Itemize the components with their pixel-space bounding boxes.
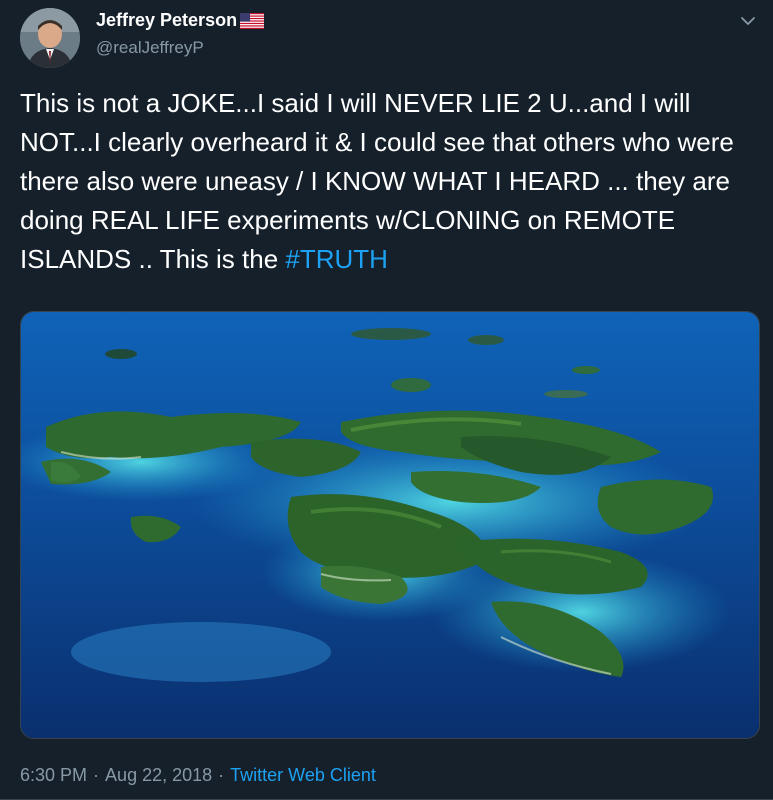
avatar[interactable] (20, 8, 80, 68)
tweet-date[interactable]: Aug 22, 2018 (105, 765, 212, 786)
author-display-name[interactable]: Jeffrey Peterson (96, 10, 237, 31)
tweet-time[interactable]: 6:30 PM (20, 765, 87, 786)
avatar-photo (20, 8, 80, 68)
chevron-down-icon[interactable] (739, 12, 757, 30)
tweet-source-link[interactable]: Twitter Web Client (230, 765, 376, 786)
us-flag-icon (240, 12, 265, 29)
islands-aerial-photo (21, 312, 759, 738)
separator-dot: · (93, 765, 100, 785)
author-name-row[interactable]: Jeffrey Peterson (96, 10, 265, 31)
tweet-media-image[interactable] (20, 311, 760, 739)
tweet-text: This is not a JOKE...I said I will NEVER… (20, 84, 760, 279)
tweet-meta: 6:30 PM · Aug 22, 2018 · Twitter Web Cli… (20, 765, 376, 786)
author-handle[interactable]: @realJeffreyP (96, 38, 204, 58)
separator-dot: · (218, 765, 225, 785)
hashtag-link[interactable]: #TRUTH (285, 244, 388, 274)
